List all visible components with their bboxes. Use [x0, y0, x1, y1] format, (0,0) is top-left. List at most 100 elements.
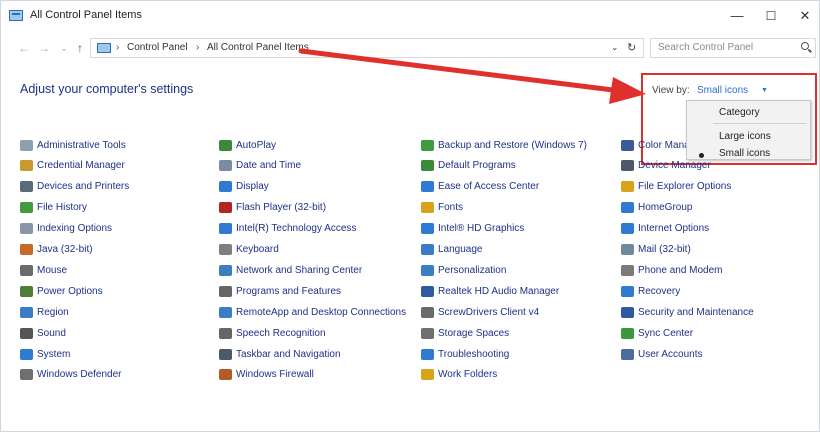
- control-panel-item[interactable]: System: [20, 346, 70, 362]
- control-panel-item[interactable]: Intel(R) Technology Access: [219, 221, 356, 237]
- control-panel-item-label: Taskbar and Navigation: [236, 348, 341, 360]
- control-panel-item[interactable]: Sync Center: [621, 325, 693, 341]
- control-panel-item[interactable]: Troubleshooting: [421, 346, 509, 362]
- control-panel-item[interactable]: Intel® HD Graphics: [421, 221, 524, 237]
- keyboard-icon: [219, 244, 232, 255]
- control-panel-item[interactable]: Sound: [20, 325, 66, 341]
- control-panel-item[interactable]: Storage Spaces: [421, 325, 509, 341]
- admin-tools-icon: [20, 139, 33, 151]
- microphone-icon: [219, 327, 232, 339]
- control-panel-item[interactable]: Indexing Options: [20, 221, 112, 237]
- breadcrumb-all-control-panel-items[interactable]: All Control Panel Items: [207, 42, 309, 53]
- control-panel-item-label: Language: [438, 244, 483, 255]
- up-button[interactable]: ↑: [73, 39, 87, 57]
- control-panel-item[interactable]: Mouse: [20, 262, 67, 278]
- control-panel-item-label: Date and Time: [236, 160, 302, 172]
- control-panel-item[interactable]: Mail (32-bit): [621, 242, 691, 258]
- troubleshoot-icon: [421, 348, 434, 360]
- control-panel-item[interactable]: Realtek HD Audio Manager: [421, 283, 559, 299]
- control-panel-item[interactable]: Keyboard: [219, 242, 279, 258]
- control-panel-app-icon: [9, 10, 23, 21]
- control-panel-item[interactable]: File Explorer Options: [621, 179, 731, 195]
- address-bar[interactable]: › Control Panel › All Control Panel Item…: [90, 38, 644, 58]
- control-panel-item[interactable]: Backup and Restore (Windows 7): [421, 137, 587, 153]
- page-title: Adjust your computer's settings: [20, 82, 194, 96]
- forward-button[interactable]: →: [37, 39, 51, 57]
- address-dropdown-icon[interactable]: ⌄: [611, 42, 619, 53]
- breadcrumb-separator-icon[interactable]: ›: [196, 42, 199, 53]
- control-panel-item-label: Device Manager: [638, 160, 711, 172]
- control-panel-item-label: Intel® HD Graphics: [438, 223, 525, 235]
- control-panel-icon: [97, 43, 111, 53]
- control-panel-item[interactable]: AutoPlay: [219, 137, 276, 153]
- view-by-dropdown[interactable]: Small icons: [697, 85, 748, 96]
- control-panel-item[interactable]: Programs and Features: [219, 283, 341, 299]
- control-panel-item[interactable]: Fonts: [421, 200, 463, 216]
- control-panel-item[interactable]: Device Manager: [621, 158, 711, 174]
- intel-tech-icon: [219, 223, 232, 235]
- menu-item-small-icons[interactable]: Small icons: [719, 148, 770, 159]
- recent-locations-button[interactable]: ⌄: [57, 39, 71, 57]
- control-panel-item-label: File Explorer Options: [638, 181, 732, 193]
- search-icon[interactable]: [801, 42, 809, 50]
- ease-access-icon: [421, 181, 434, 193]
- breadcrumb-control-panel[interactable]: Control Panel: [127, 42, 188, 53]
- control-panel-item[interactable]: Ease of Access Center: [421, 179, 539, 195]
- control-panel-item[interactable]: Windows Firewall: [219, 367, 314, 383]
- region-icon: [20, 306, 33, 318]
- close-button[interactable]: ✕: [789, 5, 820, 27]
- breadcrumb-separator-icon[interactable]: ›: [116, 42, 119, 53]
- view-by-menu: Category Large icons Small icons: [686, 100, 811, 160]
- control-panel-item[interactable]: ScrewDrivers Client v4: [421, 304, 539, 320]
- control-panel-item-label: Credential Manager: [37, 160, 125, 172]
- control-panel-item[interactable]: Display: [219, 179, 269, 195]
- control-panel-item[interactable]: Network and Sharing Center: [219, 262, 362, 278]
- menu-item-large-icons[interactable]: Large icons: [719, 131, 771, 142]
- backup-icon: [421, 139, 434, 151]
- minimize-button[interactable]: —: [721, 5, 753, 27]
- control-panel-item[interactable]: Phone and Modem: [621, 262, 723, 278]
- control-panel-item[interactable]: RemoteApp and Desktop Connections: [219, 304, 406, 320]
- control-panel-item[interactable]: Power Options: [20, 283, 103, 299]
- control-panel-item[interactable]: File History: [20, 200, 87, 216]
- control-panel-item[interactable]: Windows Defender: [20, 367, 121, 383]
- control-panel-item-label: Work Folders: [438, 369, 498, 381]
- control-panel-item-label: Indexing Options: [37, 223, 113, 235]
- window-title: All Control Panel Items: [30, 9, 142, 21]
- control-panel-item[interactable]: Date and Time: [219, 158, 301, 174]
- control-panel-item[interactable]: Administrative Tools: [20, 137, 126, 153]
- control-panel-item[interactable]: Security and Maintenance: [621, 304, 754, 320]
- remoteapp-icon: [219, 306, 232, 318]
- control-panel-item[interactable]: Credential Manager: [20, 158, 125, 174]
- control-panel-item-label: Devices and Printers: [37, 181, 130, 193]
- control-panel-item-label: Default Programs: [438, 160, 516, 172]
- control-panel-item[interactable]: Region: [20, 304, 69, 320]
- control-panel-item[interactable]: Work Folders: [421, 367, 497, 383]
- title-bar[interactable]: All Control Panel Items — ☐ ✕: [1, 1, 820, 31]
- control-panel-item[interactable]: Java (32-bit): [20, 242, 93, 258]
- control-panel-item[interactable]: Language: [421, 242, 483, 258]
- java-icon: [20, 244, 33, 255]
- caret-down-icon[interactable]: ▼: [761, 87, 768, 94]
- search-box[interactable]: Search Control Panel: [650, 38, 816, 58]
- maximize-button[interactable]: ☐: [755, 5, 787, 27]
- control-panel-item[interactable]: Taskbar and Navigation: [219, 346, 341, 362]
- control-panel-item[interactable]: HomeGroup: [621, 200, 692, 216]
- back-button[interactable]: ←: [17, 39, 31, 57]
- control-panel-item[interactable]: Personalization: [421, 262, 506, 278]
- refresh-icon[interactable]: ↻: [627, 41, 636, 54]
- network-icon: [219, 264, 232, 276]
- control-panel-item[interactable]: User Accounts: [621, 346, 702, 362]
- control-panel-item[interactable]: Internet Options: [621, 221, 709, 237]
- control-panel-item-label: HomeGroup: [638, 202, 693, 214]
- control-panel-item[interactable]: Devices and Printers: [20, 179, 129, 195]
- credential-icon: [20, 160, 33, 172]
- fonts-icon: [421, 202, 434, 214]
- search-input[interactable]: Search Control Panel: [658, 42, 753, 53]
- control-panel-item[interactable]: Speech Recognition: [219, 325, 326, 341]
- control-panel-item[interactable]: Default Programs: [421, 158, 516, 174]
- menu-item-category[interactable]: Category: [719, 107, 760, 118]
- control-panel-item[interactable]: Recovery: [621, 283, 680, 299]
- control-panel-item[interactable]: Flash Player (32-bit): [219, 200, 326, 216]
- recovery-icon: [621, 285, 634, 297]
